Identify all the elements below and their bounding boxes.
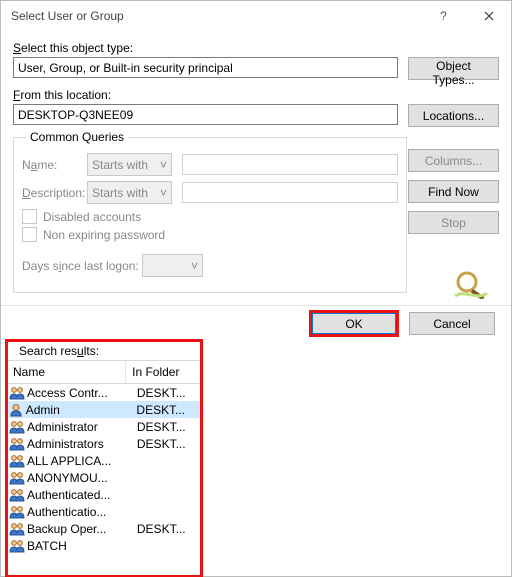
result-name: Administrators: [27, 437, 137, 451]
result-name: Authenticatio...: [27, 505, 137, 519]
description-filter-label: Description:: [22, 186, 87, 200]
search-animation-icon: [453, 271, 489, 299]
group-icon: [9, 539, 25, 553]
ok-button[interactable]: OK: [311, 312, 397, 335]
list-item[interactable]: Access Contr...DESKT...: [7, 384, 201, 401]
window-title: Select User or Group: [11, 9, 124, 23]
group-icon: [9, 420, 25, 434]
results-list[interactable]: Access Contr...DESKT...AdminDESKT...Admi…: [7, 384, 201, 566]
column-header-folder[interactable]: In Folder: [126, 361, 201, 383]
name-filter-input[interactable]: [182, 154, 398, 175]
group-icon: [9, 454, 25, 468]
checkbox-icon: [22, 209, 37, 224]
group-icon: [9, 505, 25, 519]
result-name: Backup Oper...: [27, 522, 137, 536]
group-icon: [9, 437, 25, 451]
common-queries-group: Common Queries Name: Starts with˅ Descri…: [13, 137, 407, 293]
location-field[interactable]: [13, 104, 398, 125]
titlebar: Select User or Group ?: [1, 1, 511, 31]
list-item[interactable]: Authenticated...: [7, 486, 201, 503]
result-name: ALL APPLICA...: [27, 454, 137, 468]
non-expiring-password-checkbox: Non expiring password: [22, 227, 398, 242]
close-button[interactable]: [466, 1, 511, 31]
group-icon: [9, 488, 25, 502]
location-label: From this location:: [13, 88, 499, 102]
result-folder: DESKT...: [137, 386, 201, 400]
result-name: BATCH: [27, 539, 137, 553]
cancel-button[interactable]: Cancel: [409, 312, 495, 335]
description-filter-input[interactable]: [182, 182, 398, 203]
result-folder: DESKT...: [137, 420, 201, 434]
list-item[interactable]: ALL APPLICA...: [7, 452, 201, 469]
disabled-accounts-checkbox: Disabled accounts: [22, 209, 398, 224]
group-icon: [9, 522, 25, 536]
result-folder: DESKT...: [137, 437, 201, 451]
result-name: Authenticated...: [27, 488, 137, 502]
object-type-field[interactable]: [13, 57, 398, 78]
description-filter-mode: Starts with˅: [87, 181, 172, 204]
name-filter-mode: Starts with˅: [87, 153, 172, 176]
list-item[interactable]: ANONYMOU...: [7, 469, 201, 486]
group-icon: [9, 386, 25, 400]
days-since-select: ˅: [142, 254, 203, 277]
result-name: ANONYMOU...: [27, 471, 137, 485]
select-user-group-dialog: Select User or Group ? SSelect this obje…: [0, 0, 512, 577]
user-icon: [9, 403, 24, 417]
result-folder: DESKT...: [136, 403, 201, 417]
chevron-down-icon: ˅: [160, 158, 167, 172]
search-results-panel: Search results: Name In Folder Access Co…: [7, 341, 201, 576]
list-item[interactable]: Backup Oper...DESKT...: [7, 520, 201, 537]
columns-button: Columns...: [408, 149, 499, 172]
common-queries-legend: Common Queries: [26, 130, 128, 144]
chevron-down-icon: ˅: [160, 186, 167, 200]
list-item[interactable]: AdministratorDESKT...: [7, 418, 201, 435]
find-now-button[interactable]: Find Now: [408, 180, 499, 203]
group-icon: [9, 471, 25, 485]
search-results-label: Search results:: [7, 344, 201, 360]
list-item[interactable]: AdministratorsDESKT...: [7, 435, 201, 452]
result-name: Administrator: [27, 420, 137, 434]
checkbox-icon: [22, 227, 37, 242]
result-folder: DESKT...: [137, 522, 201, 536]
result-name: Admin: [26, 403, 137, 417]
days-since-label: Days since last logon:: [22, 259, 142, 273]
list-item[interactable]: BATCH: [7, 537, 201, 554]
help-button[interactable]: ?: [421, 1, 466, 31]
locations-button[interactable]: Locations...: [408, 104, 499, 127]
results-header: Name In Folder: [7, 360, 201, 384]
result-name: Access Contr...: [27, 386, 137, 400]
list-item[interactable]: Authenticatio...: [7, 503, 201, 520]
column-header-name[interactable]: Name: [7, 361, 126, 383]
name-filter-label: Name:: [22, 158, 87, 172]
stop-button: Stop: [408, 211, 499, 234]
object-types-button[interactable]: Object Types...: [408, 57, 499, 80]
close-icon: [484, 11, 494, 21]
chevron-down-icon: ˅: [191, 259, 198, 273]
list-item[interactable]: AdminDESKT...: [7, 401, 201, 418]
object-type-label: SSelect this object type:elect this obje…: [13, 41, 499, 55]
